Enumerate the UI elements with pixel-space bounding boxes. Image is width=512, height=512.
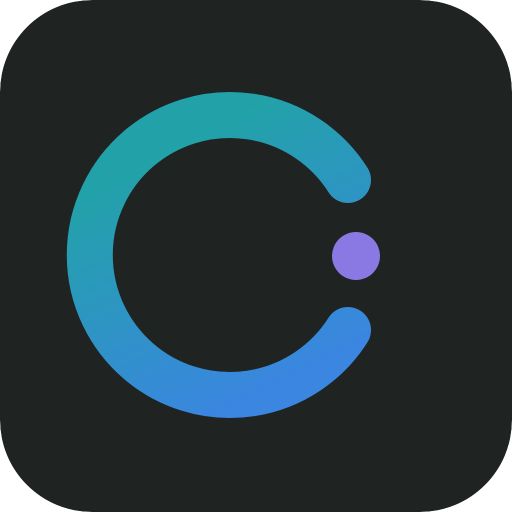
power-ring-logo-icon — [0, 0, 512, 512]
app-icon[interactable] — [0, 0, 512, 512]
accent-dot — [332, 232, 380, 280]
